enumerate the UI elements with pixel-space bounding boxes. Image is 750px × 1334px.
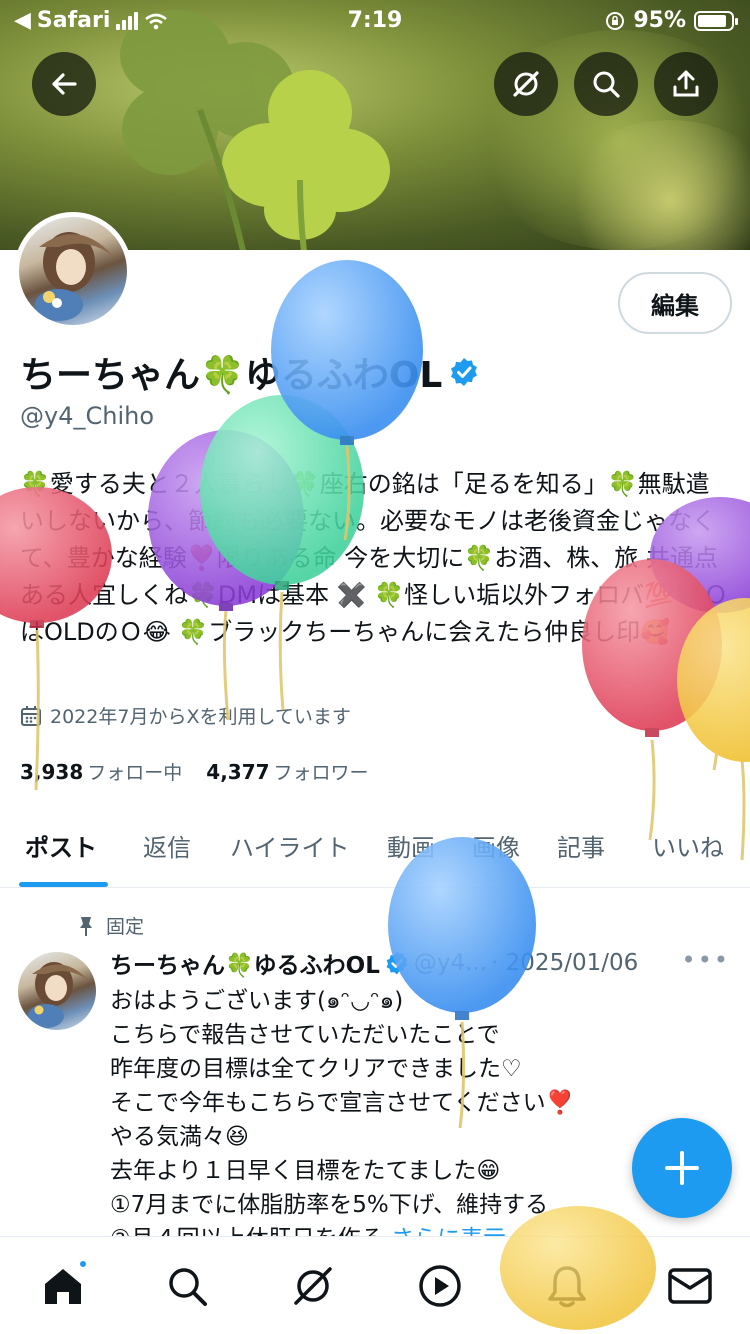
post-line: おはようございます(๑ᵔ◡ᵔ๑) — [110, 988, 404, 1014]
profile-bio: 🍀愛する夫と２人暮らし🍀座右の銘は「足るを知る」🍀無駄遣いしないから、節約も必要… — [20, 470, 728, 646]
avatar-image — [19, 217, 127, 325]
tab-posts[interactable]: ポスト — [25, 828, 97, 863]
post-text[interactable]: おはようございます(๑ᵔ◡ᵔ๑) こちらで報告させていただいたことで 昨年度の目… — [110, 984, 730, 1256]
pinned-text: 固定 — [106, 916, 145, 938]
share-button[interactable] — [654, 52, 718, 116]
rotation-lock-icon — [606, 11, 625, 30]
battery-percent: 95% — [633, 8, 686, 33]
nav-notifications[interactable] — [542, 1261, 592, 1311]
more-options-icon[interactable]: ••• — [682, 946, 730, 974]
bottom-navigation — [0, 1236, 750, 1334]
status-bar: ◀ Safari 7:19 95% — [0, 0, 750, 40]
display-name-text: ちーちゃん🍀ゆるふわOL — [20, 355, 443, 396]
tab-likes[interactable]: いいね — [652, 828, 724, 863]
profile-handle: @y4_Chiho — [20, 402, 155, 430]
following-label: フォロー中 — [87, 762, 183, 784]
tab-images[interactable]: 画像 — [472, 828, 520, 863]
bell-icon — [548, 1266, 586, 1308]
nav-grok[interactable] — [288, 1261, 338, 1311]
following-link[interactable]: 3,938 フォロー中 — [20, 758, 182, 785]
post-line: ①7月までに体脂肪率を5%下げ、維持する — [110, 1192, 549, 1218]
home-icon — [45, 1269, 81, 1304]
nav-messages[interactable] — [665, 1261, 715, 1311]
post-author-name[interactable]: ちーちゃん🍀ゆるふわOL — [110, 946, 380, 980]
post-avatar[interactable] — [18, 952, 96, 1030]
joined-date: 2022年7月からXを利用しています — [20, 702, 351, 729]
post-date[interactable]: · 2025/01/06 — [491, 950, 638, 976]
post-header: ちーちゃん🍀ゆるふわOL @y4... · 2025/01/06 ••• — [110, 946, 730, 980]
video-play-icon — [419, 1265, 461, 1307]
share-icon — [673, 70, 699, 97]
tab-videos[interactable]: 動画 — [387, 828, 435, 863]
joined-text: 2022年7月からXを利用しています — [50, 706, 351, 728]
profile-tabs: ポスト 返信 ハイライト 動画 画像 記事 いいね — [0, 810, 750, 888]
follow-stats: 3,938 フォロー中 4,377 フォロワー — [20, 758, 369, 785]
edit-profile-button[interactable]: 編集 — [618, 272, 732, 334]
compose-button[interactable] — [632, 1118, 732, 1218]
followers-label: フォロワー — [273, 762, 369, 784]
post-line: 昨年度の目標は全てクリアできました♡ — [110, 1056, 522, 1082]
search-icon — [593, 71, 620, 98]
search-button[interactable] — [574, 52, 638, 116]
followers-link[interactable]: 4,377 フォロワー — [206, 758, 368, 785]
grok-icon — [294, 1267, 332, 1305]
avatar-image — [18, 952, 96, 1030]
verified-badge-icon[interactable] — [448, 356, 480, 388]
post-author-handle[interactable]: @y4... — [414, 950, 487, 976]
grok-icon — [513, 71, 539, 97]
post-line: そこで今年もこちらで宣言させてください❣️ — [110, 1090, 575, 1116]
notification-dot — [78, 1259, 88, 1269]
nav-video[interactable] — [415, 1261, 465, 1311]
battery-icon — [694, 10, 738, 31]
tab-highlights[interactable]: ハイライト — [230, 828, 350, 863]
pin-icon — [80, 916, 92, 936]
plus-icon — [665, 1151, 699, 1185]
tab-articles[interactable]: 記事 — [557, 828, 605, 863]
pinned-label: 固定 — [78, 912, 144, 939]
back-button[interactable] — [32, 52, 96, 116]
profile-avatar[interactable] — [14, 212, 132, 330]
calendar-icon — [21, 705, 41, 726]
search-icon — [169, 1268, 207, 1306]
followers-count: 4,377 — [206, 760, 270, 784]
active-tab-indicator — [19, 882, 108, 887]
arrow-left-icon — [52, 73, 77, 95]
mail-icon — [668, 1268, 712, 1304]
post-line: こちらで報告させていただいたことで — [110, 1022, 500, 1048]
verified-badge-icon — [386, 951, 408, 975]
status-right: 95% — [605, 8, 738, 33]
following-count: 3,938 — [20, 760, 84, 784]
grok-button[interactable] — [494, 52, 558, 116]
profile-display-name: ちーちゃん🍀ゆるふわOL — [20, 346, 480, 398]
nav-search[interactable] — [162, 1261, 212, 1311]
nav-home[interactable] — [38, 1259, 88, 1311]
tab-replies[interactable]: 返信 — [143, 828, 191, 863]
